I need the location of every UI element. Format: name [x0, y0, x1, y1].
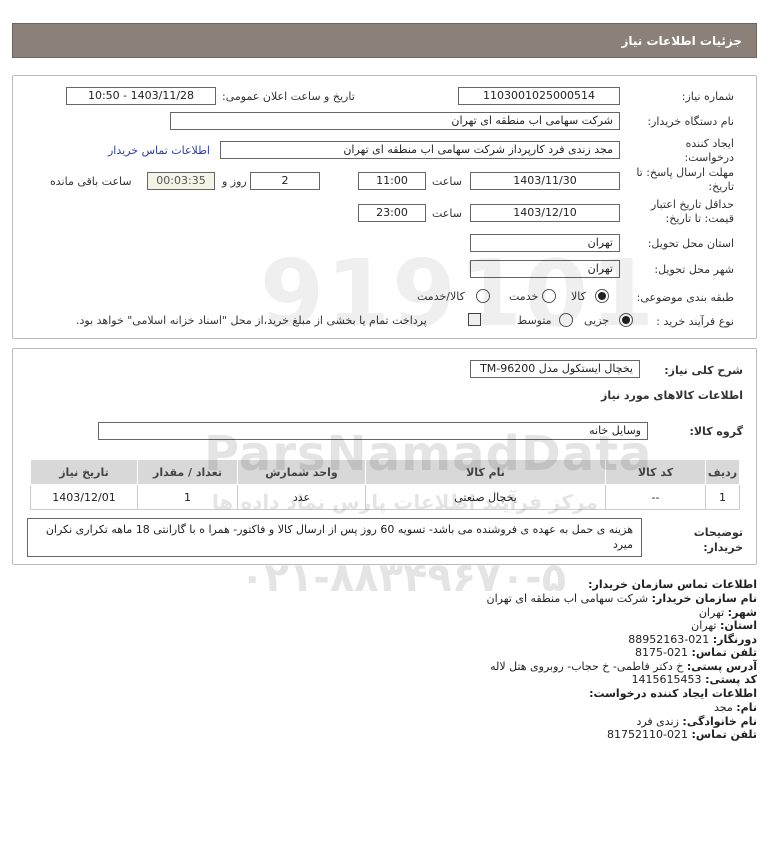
- province-field: تهران: [470, 234, 620, 252]
- col-code: کد کالا: [605, 459, 706, 485]
- category-service-radio[interactable]: [542, 289, 556, 303]
- process-medium-radio[interactable]: [559, 313, 573, 327]
- category-both-radio[interactable]: [476, 289, 490, 303]
- remaining-timer: 00:03:35: [147, 172, 215, 190]
- process-minor-radio[interactable]: [619, 313, 633, 327]
- creator-field: مجد زندی فرد کارپرداز شرکت سهامی اب منطق…: [220, 141, 620, 159]
- buyer-contact-link[interactable]: اطلاعات تماس خریدار: [108, 144, 210, 157]
- creator-name: نام: مجد: [713, 701, 757, 714]
- announce-label: تاریخ و ساعت اعلان عمومی:: [222, 90, 355, 103]
- buyer-org-field: شرکت سهامی اب منطقه ای تهران: [170, 112, 620, 130]
- buyer-org-label: نام دستگاه خریدار:: [647, 115, 734, 128]
- reply-date-field: 1403/11/30: [470, 172, 620, 190]
- contact-province: استان: تهران: [691, 619, 757, 632]
- cell-code: --: [605, 484, 706, 510]
- goods-table: ردیف کد کالا نام کالا واحد شمارش تعداد /…: [30, 459, 740, 510]
- contact-fax: دورنگار: 021-88952163: [628, 633, 757, 646]
- contact-org: نام سازمان خریدار: شرکت سهامی اب منطقه ا…: [486, 592, 757, 605]
- creator-label: ایجاد کننده درخواست:: [684, 137, 734, 164]
- city-field: تهران: [470, 260, 620, 278]
- need-number-label: شماره نیاز:: [681, 90, 734, 103]
- col-date: تاریخ نیاز: [30, 459, 138, 485]
- contact-phone: تلفن تماس: 021-8175: [635, 646, 757, 659]
- category-service-label: خدمت: [509, 290, 539, 303]
- reply-time-field: 11:00: [358, 172, 426, 190]
- col-name: نام کالا: [365, 459, 606, 485]
- cell-date: 1403/12/01: [30, 484, 138, 510]
- city-label: شهر محل تحویل:: [654, 263, 734, 276]
- goods-group-field: وسایل خانه: [98, 422, 648, 440]
- cell-row: 1: [705, 484, 740, 510]
- summary-field: یخچال ایستکول مدل TM-96200: [470, 360, 640, 378]
- process-minor-label: جزیی: [584, 314, 610, 327]
- contact-postal: کد پستی: 1415615453: [631, 673, 757, 686]
- cell-name: یخچال صنعتی: [365, 484, 606, 510]
- reply-deadline-label: مهلت ارسال پاسخ: تا تاریخ:: [636, 166, 734, 193]
- page-header: جزئیات اطلاعات نیاز: [12, 23, 757, 58]
- days-field: 2: [250, 172, 320, 190]
- buyer-notes-field: هزینه ی حمل به عهده ی فروشنده می باشد- ت…: [27, 518, 642, 557]
- creator-family: نام خانوادگی: زندی فرد: [636, 715, 757, 728]
- process-label: نوع فرآیند خرید :: [656, 315, 734, 328]
- col-qty: تعداد / مقدار: [137, 459, 238, 485]
- page-title: جزئیات اطلاعات نیاز: [621, 34, 742, 48]
- days-label: روز و: [222, 175, 247, 188]
- validity-time-field: 23:00: [358, 204, 426, 222]
- contact-city: شهر: تهران: [698, 606, 757, 619]
- validity-date-field: 1403/12/10: [470, 204, 620, 222]
- treasury-payment-checkbox[interactable]: [468, 313, 481, 326]
- announce-field: 1403/11/28 - 10:50: [66, 87, 216, 105]
- process-medium-label: متوسط: [517, 314, 552, 327]
- contact-title: اطلاعات تماس سازمان خریدار:: [588, 578, 757, 591]
- cell-unit: عدد: [237, 484, 366, 510]
- need-number-field: 1103001025000514: [458, 87, 620, 105]
- remaining-label: ساعت باقی مانده: [50, 175, 132, 188]
- goods-info-title: اطلاعات کالاهای مورد نیاز: [601, 389, 743, 402]
- province-label: استان محل تحویل:: [647, 237, 734, 250]
- col-row: ردیف: [705, 459, 740, 485]
- contact-address: آدرس پستی: خ دکتر فاطمی- خ حجاب- روبروی …: [490, 660, 757, 673]
- cell-qty: 1: [137, 484, 238, 510]
- summary-label: شرح کلی نیاز:: [664, 364, 743, 377]
- validity-label: حداقل تاریخ اعتبار قیمت: تا تاریخ:: [650, 198, 734, 225]
- table-row: 1 -- یخچال صنعتی عدد 1 1403/12/01: [30, 484, 740, 510]
- goods-table-header: ردیف کد کالا نام کالا واحد شمارش تعداد /…: [30, 459, 740, 485]
- category-goods-radio[interactable]: [595, 289, 609, 303]
- category-both-label: کالا/خدمت: [417, 290, 465, 303]
- reply-time-label: ساعت: [432, 175, 462, 188]
- creator-info-title: اطلاعات ایجاد کننده درخواست:: [589, 687, 757, 700]
- category-label: طبقه بندی موضوعی:: [636, 291, 734, 304]
- category-goods-label: کالا: [571, 290, 586, 303]
- validity-time-label: ساعت: [432, 207, 462, 220]
- buyer-notes-label: توضیحات خریدار:: [693, 526, 743, 554]
- col-unit: واحد شمارش: [237, 459, 366, 485]
- creator-phone: تلفن تماس: 021-81752110: [607, 728, 757, 741]
- treasury-payment-note: پرداخت تمام یا بخشی از مبلغ خرید،از محل …: [76, 314, 427, 327]
- goods-group-label: گروه کالا:: [689, 425, 743, 438]
